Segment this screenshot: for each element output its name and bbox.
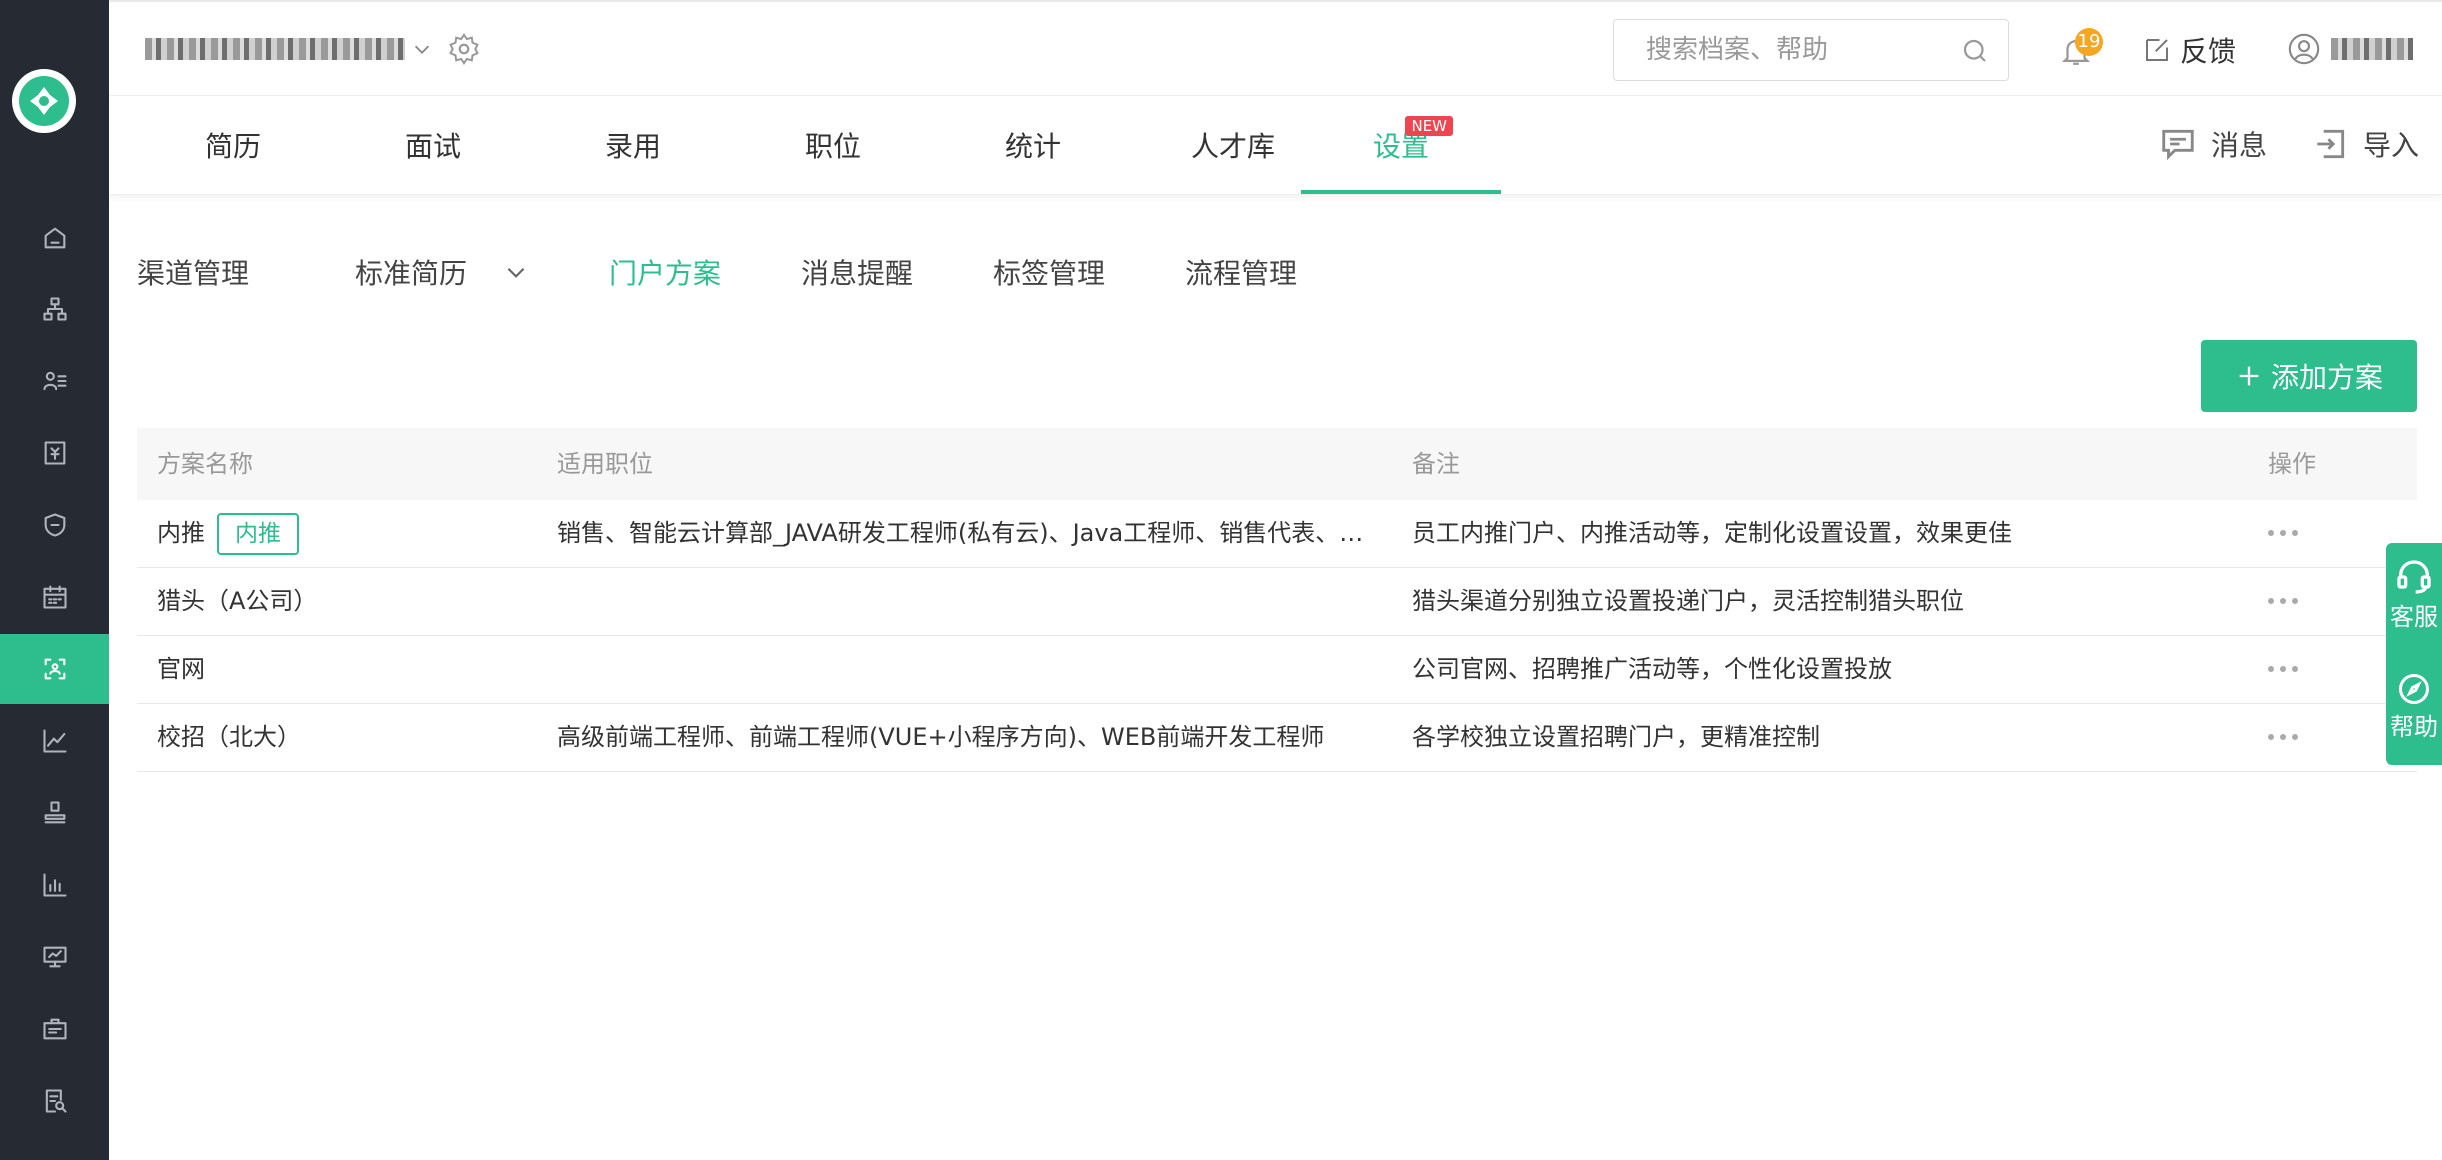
notes-cell: 公司官网、招聘推广活动等，个性化设置投放	[1412, 655, 1892, 683]
tab-statistics[interactable]: 统计	[933, 96, 1133, 194]
top-bar: 19 反馈	[109, 0, 2442, 96]
notifications[interactable]: 19	[2059, 28, 2103, 72]
plus-icon	[2239, 366, 2259, 386]
sidebar-shield-icon[interactable]	[0, 490, 109, 560]
headset-icon	[2397, 560, 2431, 594]
import-icon	[2317, 129, 2345, 159]
active-tab-indicator	[1301, 190, 1501, 194]
app-logo[interactable]	[12, 69, 76, 133]
floating-support-panel: 客服 帮助	[2386, 543, 2442, 765]
tab-positions[interactable]: 职位	[733, 96, 933, 194]
search-box[interactable]	[1613, 19, 2009, 81]
subtab-standard-resume[interactable]: 标准简历	[355, 252, 529, 292]
header-plan-name: 方案名称	[157, 450, 253, 478]
chevron-down-icon	[414, 45, 430, 54]
sidebar-home-icon[interactable]	[0, 203, 109, 273]
main-nav: 简历 面试 录用 职位 统计 人才库 设置 NEW 消息 导入	[109, 96, 2442, 195]
plan-name-cell: 官网	[157, 655, 205, 683]
more-actions-icon[interactable]	[2268, 666, 2298, 672]
user-icon	[2288, 33, 2320, 65]
sidebar-stamp-icon[interactable]	[0, 778, 109, 848]
gear-icon[interactable]	[447, 32, 481, 66]
table-row[interactable]: 内推 内推 销售、智能云计算部_JAVA研发工程师(私有云)、Java工程师、销售…	[137, 500, 2417, 568]
subtab-portal-plans[interactable]: 门户方案	[609, 252, 721, 292]
sidebar-org-icon[interactable]	[0, 274, 109, 344]
subtab-workflow[interactable]: 流程管理	[1185, 252, 1297, 292]
plans-table: 方案名称 适用职位 备注 操作 内推 内推 销售、智能云计算部_JAVA研发工程师…	[137, 428, 2417, 772]
sidebar-trend-icon[interactable]	[0, 706, 109, 776]
tab-resume[interactable]: 简历	[133, 96, 333, 194]
messages-label: 消息	[2211, 129, 2268, 162]
compass-icon	[2399, 674, 2429, 704]
table-header: 方案名称 适用职位 备注 操作	[137, 428, 2417, 500]
sidebar-calendar-icon[interactable]	[0, 562, 109, 632]
more-actions-icon[interactable]	[2268, 598, 2298, 604]
feedback-button[interactable]: 反馈	[2142, 30, 2236, 70]
sidebar-board-icon[interactable]	[0, 922, 109, 992]
help-label: 帮助	[2390, 713, 2438, 741]
table-row[interactable]: 官网 公司官网、招聘推广活动等，个性化设置投放	[137, 636, 2417, 704]
add-plan-label: 添加方案	[2270, 361, 2383, 394]
more-actions-icon[interactable]	[2268, 530, 2298, 536]
import-label: 导入	[2363, 129, 2420, 162]
notification-badge: 19	[2075, 28, 2103, 56]
positions-cell: 高级前端工程师、前端工程师(VUE+小程序方向)、WEB前端开发工程师	[557, 723, 1325, 751]
plan-name-cell: 内推 内推	[157, 500, 299, 566]
table-row[interactable]: 猎头（A公司） 猎头渠道分别独立设置投递门户，灵活控制猎头职位	[137, 568, 2417, 636]
search-input[interactable]	[1644, 34, 1948, 66]
search-icon[interactable]	[1960, 36, 1990, 66]
header-notes: 备注	[1412, 450, 1460, 478]
company-name-redacted	[145, 38, 405, 60]
subtab-tags[interactable]: 标签管理	[993, 252, 1105, 292]
tab-settings[interactable]: 设置 NEW	[1301, 96, 1501, 194]
table-row[interactable]: 校招（北大） 高级前端工程师、前端工程师(VUE+小程序方向)、WEB前端开发工…	[137, 704, 2417, 772]
subtab-channels[interactable]: 渠道管理	[137, 252, 249, 292]
notes-cell: 员工内推门户、内推活动等，定制化设置设置，效果更佳	[1412, 519, 2012, 547]
message-icon	[2162, 129, 2194, 161]
tab-hire[interactable]: 录用	[533, 96, 733, 194]
sidebar-bar-chart-icon[interactable]	[0, 850, 109, 920]
header-positions: 适用职位	[557, 450, 653, 478]
referral-tag: 内推	[217, 513, 299, 555]
sidebar-salary-icon[interactable]	[0, 418, 109, 488]
import-button[interactable]: 导入	[2311, 124, 2419, 164]
user-menu[interactable]	[2287, 32, 2413, 66]
positions-cell: 销售、智能云计算部_JAVA研发工程师(私有云)、Java工程师、销售代表、…	[557, 519, 1364, 547]
new-badge: NEW	[1405, 116, 1453, 136]
customer-service-button[interactable]: 客服	[2386, 557, 2442, 632]
customer-service-label: 客服	[2390, 603, 2438, 631]
subtab-notifications[interactable]: 消息提醒	[801, 252, 913, 292]
sidebar-portal-icon[interactable]	[0, 634, 109, 704]
more-actions-icon[interactable]	[2268, 734, 2298, 740]
sidebar-candidates-icon[interactable]	[0, 346, 109, 416]
sidebar	[0, 0, 109, 1160]
edit-icon	[2146, 39, 2168, 61]
chevron-down-icon	[507, 267, 525, 278]
user-name-redacted	[2331, 38, 2413, 60]
messages-button[interactable]: 消息	[2159, 124, 2267, 164]
company-switcher[interactable]	[145, 32, 481, 66]
notes-cell: 猎头渠道分别独立设置投递门户，灵活控制猎头职位	[1412, 587, 1964, 615]
plan-name-cell: 猎头（A公司）	[157, 587, 318, 615]
header-actions: 操作	[2268, 450, 2316, 478]
notes-cell: 各学校独立设置招聘门户，更精准控制	[1412, 723, 1820, 751]
sidebar-report-icon[interactable]	[0, 1066, 109, 1136]
feedback-label: 反馈	[2180, 35, 2237, 68]
tab-interview[interactable]: 面试	[333, 96, 533, 194]
help-button[interactable]: 帮助	[2386, 671, 2442, 742]
add-plan-button[interactable]: 添加方案	[2201, 340, 2417, 412]
plan-name-cell: 校招（北大）	[157, 723, 301, 751]
sidebar-briefcase-icon[interactable]	[0, 994, 109, 1064]
